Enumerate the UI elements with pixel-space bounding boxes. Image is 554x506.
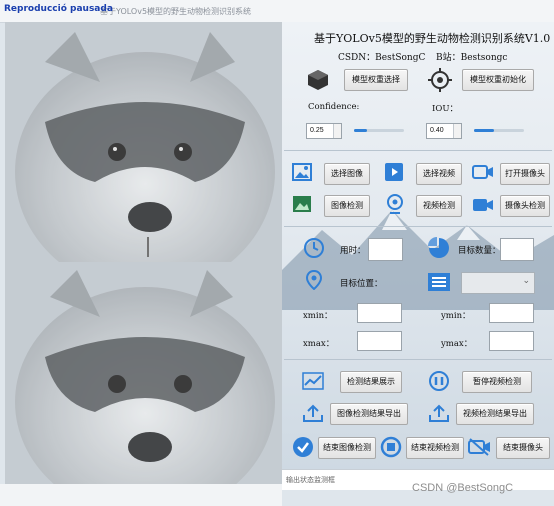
line-chart-icon — [302, 372, 324, 390]
iou-spinbox[interactable]: 0.40 — [426, 123, 462, 139]
end-video-button[interactable]: 结束视频检测 — [406, 437, 464, 459]
bilibili-label: B站：Bestsongc — [436, 53, 508, 63]
confidence-value: 0.25 — [310, 127, 324, 134]
iou-slider-fill — [474, 129, 494, 132]
confidence-spinbox[interactable]: 0.25 — [306, 123, 342, 139]
init-model-button[interactable]: 模型权重初始化 — [462, 69, 534, 91]
pie-chart-icon — [428, 237, 449, 258]
spin-arrows-icon[interactable] — [333, 124, 341, 138]
camera-detect-icon — [473, 199, 493, 211]
watermark: CSDN @BestSongC — [412, 482, 514, 494]
chevron-down-icon: ⌄ — [522, 276, 530, 286]
list-icon — [428, 273, 450, 291]
upload-icon — [429, 404, 449, 422]
time-field — [368, 238, 403, 261]
export-image-button[interactable]: 图像检测结果导出 — [330, 403, 408, 425]
camera-off-icon — [468, 438, 490, 456]
camera-icon — [472, 165, 493, 179]
image-icon — [292, 163, 312, 181]
upload-icon — [303, 404, 323, 422]
end-camera-button[interactable]: 结束摄像头 — [496, 437, 550, 459]
target-position-label: 目标位置： — [340, 279, 383, 289]
playback-overlay-label: Reproducció pausada — [4, 4, 113, 14]
original-image-view — [5, 22, 282, 262]
left-footer — [0, 484, 282, 506]
ymax-label: ymax： — [441, 339, 473, 349]
show-results-button[interactable]: 检测结果展示 — [340, 371, 402, 393]
video-file-icon — [385, 163, 403, 181]
xmax-label: xmax： — [303, 339, 335, 349]
raccoon-image — [5, 22, 282, 262]
export-video-button[interactable]: 视频检测结果导出 — [456, 403, 534, 425]
pause-icon — [429, 371, 449, 391]
app-title: 基于YOLOv5模型的野生动物检测识别系统V1.0 — [314, 32, 551, 45]
location-pin-icon — [305, 270, 323, 290]
select-video-button[interactable]: 选择视频 — [416, 163, 462, 185]
camera-detect-button[interactable]: 摄像头检测 — [500, 195, 550, 217]
xmin-label: xmin： — [303, 311, 333, 321]
stop-circle-icon — [380, 436, 402, 458]
iou-label: IOU： — [432, 104, 458, 114]
iou-value: 0.40 — [430, 127, 444, 134]
confidence-label: Confidence: — [308, 102, 360, 112]
select-model-button[interactable]: 模型权重选择 — [344, 69, 408, 91]
confidence-slider-fill — [354, 129, 367, 132]
detected-image-view — [5, 262, 282, 484]
target-select[interactable]: ⌄ — [461, 272, 535, 294]
target-count-label: 目标数量： — [458, 246, 501, 256]
pause-video-button[interactable]: 暂停视频检测 — [462, 371, 532, 393]
confidence-slider[interactable] — [354, 129, 404, 132]
video-detect-button[interactable]: 视频检测 — [416, 195, 462, 217]
raccoon-image — [5, 262, 282, 484]
iou-slider[interactable] — [474, 129, 524, 132]
window-title: 基于YOLOv5模型的野生动物检测识别系统 — [100, 7, 252, 16]
target-count-field — [500, 238, 534, 261]
image-detect-button[interactable]: 图像检测 — [324, 195, 370, 217]
webcam-icon — [387, 194, 403, 214]
time-label: 用时： — [340, 246, 366, 256]
clock-icon — [304, 238, 324, 258]
divider — [284, 150, 552, 151]
ymin-field — [489, 303, 534, 323]
end-image-button[interactable]: 结束图像检测 — [318, 437, 376, 459]
csdn-label: CSDN：BestSongC — [338, 53, 426, 63]
cube-icon — [308, 70, 328, 90]
ymax-field — [489, 331, 534, 351]
check-circle-icon — [293, 437, 313, 457]
divider — [284, 359, 552, 360]
status-placeholder: 输出状态监测框 — [286, 476, 335, 484]
select-image-button[interactable]: 选择图像 — [324, 163, 370, 185]
spin-arrows-icon[interactable] — [453, 124, 461, 138]
open-camera-button[interactable]: 打开摄像头 — [500, 163, 550, 185]
image-detect-icon — [293, 196, 311, 212]
target-icon — [428, 68, 452, 92]
xmin-field — [357, 303, 402, 323]
xmax-field — [357, 331, 402, 351]
divider — [284, 226, 552, 227]
ymin-label: ymin： — [441, 311, 471, 321]
